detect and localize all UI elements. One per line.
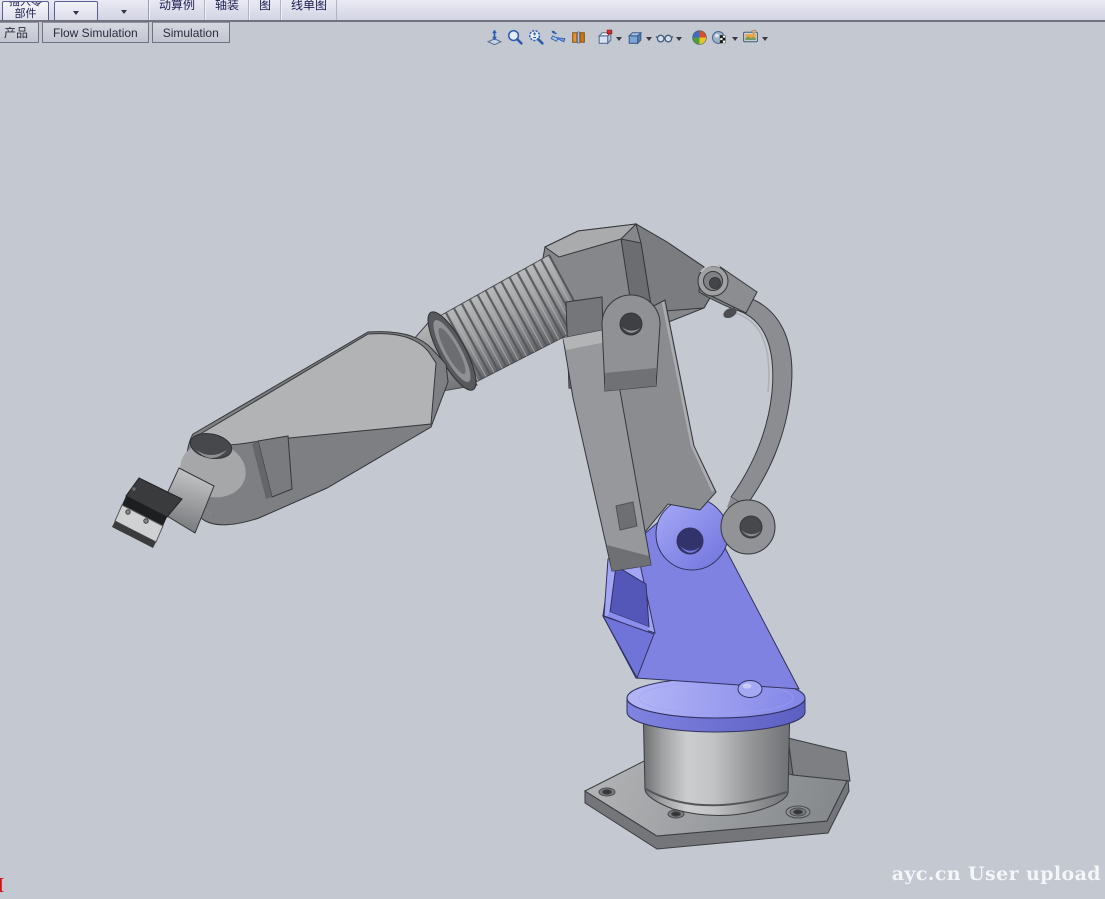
section-view-button[interactable] (568, 27, 589, 48)
zoom-in-out-button[interactable] (526, 27, 547, 48)
chevron-down-icon (121, 10, 127, 17)
solidworks-window: 插入零部件 动算例 轴装 图 线单图 (0, 0, 1105, 899)
hide-show-items-icon (655, 28, 674, 47)
section-view-icon (569, 28, 588, 47)
button-label-top: 插入零 (3, 1, 48, 8)
toolbar-button-线单图[interactable]: 线单图 (281, 0, 337, 22)
command-toolbar: 插入零部件 动算例 轴装 图 线单图 (0, 0, 1105, 22)
toolbar-button-动算例[interactable]: 动算例 (149, 0, 205, 22)
button-label: 部件 (3, 8, 48, 20)
apply-scene-button[interactable] (710, 27, 740, 48)
heads-up-toolbar (484, 27, 770, 48)
tab-simulation[interactable]: Simulation (152, 22, 230, 43)
button-label: 图 (259, 0, 271, 13)
chevron-down-icon[interactable] (762, 37, 768, 44)
tab-产品[interactable]: 产品 (0, 22, 39, 43)
hide-show-items-button[interactable] (654, 27, 684, 48)
zoom-to-fit-icon (485, 28, 504, 47)
robot-arm-model[interactable] (0, 22, 1105, 899)
previous-view-button[interactable] (547, 27, 568, 48)
edit-appearance-icon (690, 28, 709, 47)
previous-view-icon (548, 28, 567, 47)
view-orientation-button[interactable] (594, 27, 624, 48)
zoom-to-fit-button[interactable] (484, 27, 505, 48)
toolbar-button-轴装[interactable]: 轴装 (205, 0, 249, 22)
view-settings-button[interactable] (740, 27, 770, 48)
commandmanager-tabs: 产品Flow SimulationSimulation (0, 22, 233, 43)
forearm[interactable] (174, 332, 448, 525)
toolbar-button-部件[interactable]: 插入零部件 (2, 1, 49, 22)
zoom-in-out-icon (527, 28, 546, 47)
view-orientation-icon (595, 28, 614, 47)
watermark-text: ayc.cn User upload (892, 863, 1101, 885)
toolbar-button-combo[interactable] (54, 1, 98, 22)
chevron-down-icon[interactable] (616, 37, 622, 44)
zoom-to-area-icon (506, 28, 525, 47)
chevron-down-icon[interactable] (732, 37, 738, 44)
button-label: 线单图 (291, 0, 327, 13)
red-artifact-mark: [ (0, 875, 5, 894)
toolbar-button-drop[interactable] (104, 1, 144, 22)
chevron-down-icon[interactable] (646, 37, 652, 44)
view-settings-icon (741, 28, 760, 47)
button-label: 轴装 (215, 0, 239, 13)
edit-appearance-button[interactable] (689, 27, 710, 48)
chevron-down-icon[interactable] (676, 37, 682, 44)
command-toolbar-buttons: 插入零部件 动算例 轴装 图 线单图 (0, 0, 337, 22)
chevron-down-icon (73, 11, 79, 18)
turntable-dome-nub (738, 681, 762, 698)
button-label: 动算例 (159, 0, 195, 13)
display-style-button[interactable] (624, 27, 654, 48)
graphics-viewport[interactable]: 产品Flow SimulationSimulation ayc.cn User … (0, 22, 1105, 899)
wrist-gripper[interactable] (112, 468, 214, 548)
zoom-to-area-button[interactable] (505, 27, 526, 48)
apply-scene-icon (711, 28, 730, 47)
display-style-icon (625, 28, 644, 47)
toolbar-button-图[interactable]: 图 (249, 0, 281, 22)
tab-flow-simulation[interactable]: Flow Simulation (42, 22, 149, 43)
